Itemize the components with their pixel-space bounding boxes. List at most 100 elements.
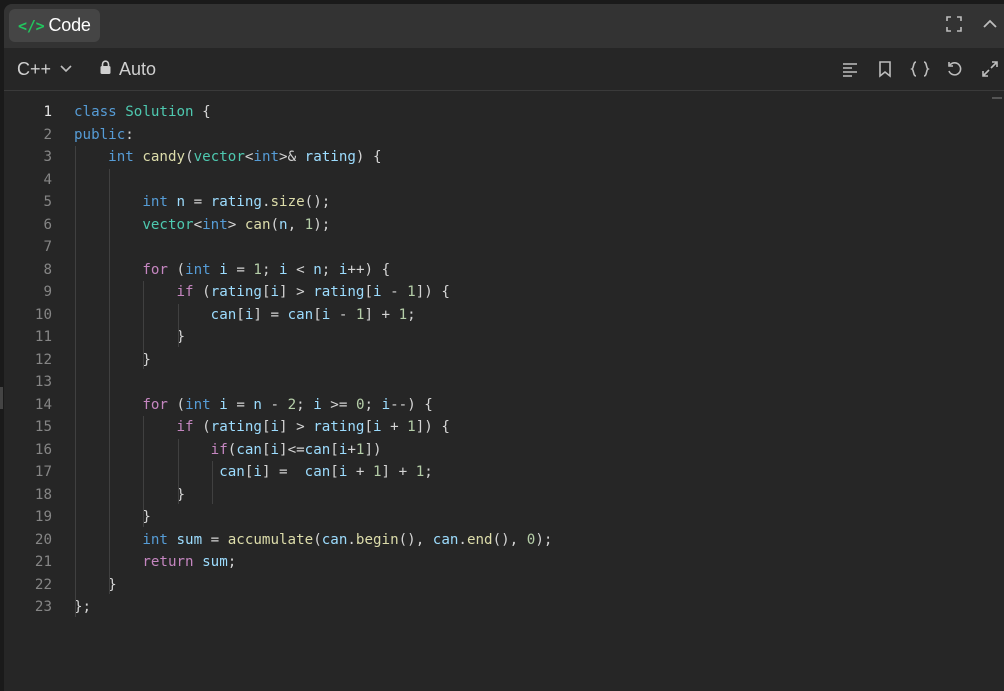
lock-icon [99, 59, 112, 80]
line-code: } [74, 326, 185, 348]
code-line[interactable]: 22 } [4, 574, 1004, 596]
braces-icon[interactable] [910, 59, 930, 79]
code-line[interactable]: 17 can[i] = can[i + 1] + 1; [4, 461, 1004, 483]
code-token: ] + [381, 464, 416, 480]
code-token: ; [321, 261, 339, 278]
indent-guide [143, 281, 145, 369]
code-token: int [108, 149, 134, 165]
code-line[interactable]: 2 public: [4, 124, 1004, 146]
line-code: if (rating[i] > rating[i + 1]) { [74, 416, 450, 438]
code-token: i [373, 284, 382, 300]
code-line[interactable]: 6 vector<int> can(n, 1); [4, 214, 1004, 236]
code-line[interactable]: 14 for (int i = n - 2; i >= 0; i--) { [4, 394, 1004, 416]
code-token: ( [167, 396, 186, 413]
code-token: ; [296, 396, 314, 413]
code-token: can [304, 464, 331, 480]
code-token: can [236, 441, 262, 458]
line-number: 7 [43, 239, 52, 255]
code-token: rating [313, 419, 365, 435]
code-line[interactable]: 20 int sum = accumulate(can.begin(), can… [4, 529, 1004, 551]
code-line[interactable]: 9 if (rating[i] > rating[i - 1]) { [4, 281, 1004, 303]
line-number: 6 [43, 216, 52, 233]
reset-icon[interactable] [945, 59, 965, 79]
code-token: ; [364, 396, 382, 413]
code-line[interactable]: 16 if(can[i]<=can[i+1]) [4, 439, 1004, 461]
code-token: } [74, 351, 151, 368]
code-token: + [347, 441, 356, 458]
code-line[interactable]: 13 [4, 371, 1004, 393]
code-token: n [313, 261, 322, 278]
format-icon[interactable] [840, 59, 860, 79]
code-token: ] > [279, 419, 314, 435]
code-token: rating [210, 419, 262, 435]
code-token: ] = [253, 306, 288, 323]
tab-code[interactable]: </> Code [9, 9, 100, 42]
line-number: 10 [34, 306, 52, 323]
line-code: if (rating[i] > rating[i - 1]) { [74, 281, 450, 303]
line-code: int candy(vector<int>& rating) { [74, 146, 381, 168]
code-token: public [74, 126, 126, 143]
line-code: } [74, 349, 151, 371]
code-token: ( [185, 149, 194, 165]
code-token: return [142, 554, 194, 570]
code-line[interactable]: 10 can[i] = can[i - 1] + 1; [4, 304, 1004, 326]
code-line[interactable]: 18 } [4, 484, 1004, 506]
line-number: 17 [34, 464, 52, 480]
code-token: ] = [261, 464, 305, 480]
fullscreen-icon[interactable] [944, 14, 964, 34]
code-line[interactable]: 12 } [4, 349, 1004, 371]
code-line[interactable]: 7 [4, 236, 1004, 258]
code-token: sum [176, 531, 203, 548]
language-select[interactable]: C++ [17, 59, 73, 80]
code-token: can [219, 464, 245, 480]
code-line[interactable]: 19 } [4, 506, 1004, 528]
code-editor[interactable]: 1 class Solution {2 public: 3 int candy(vec… [4, 91, 1004, 691]
code-token: i [270, 419, 280, 435]
code-token: 1 [407, 419, 416, 435]
mode-toggle[interactable]: Auto [99, 59, 156, 80]
code-token: can [432, 531, 459, 548]
resize-handle[interactable] [0, 387, 3, 409]
code-line[interactable]: 15 if (rating[i] > rating[i + 1]) { [4, 416, 1004, 438]
indent-guide [75, 146, 76, 617]
code-line[interactable]: 1 class Solution { [4, 101, 1004, 123]
code-line[interactable]: 21 return sum; [4, 551, 1004, 573]
line-number: 19 [34, 509, 52, 525]
expand-icon[interactable] [980, 59, 1000, 79]
collapse-icon[interactable] [980, 14, 1000, 34]
code-line[interactable]: 5 int n = rating.size(); [4, 191, 1004, 213]
code-token: { [193, 104, 211, 120]
code-token: can [304, 441, 331, 458]
code-token: int [142, 531, 168, 548]
code-token: begin [355, 531, 399, 548]
bookmark-icon[interactable] [875, 59, 895, 79]
indent-guide [143, 416, 145, 527]
code-line[interactable]: 4 [4, 169, 1004, 191]
line-number: 20 [34, 531, 52, 548]
code-token: ; [227, 554, 237, 570]
line-code: for (int i = 1; i < n; i++) { [74, 259, 390, 281]
code-token: 1 [373, 464, 382, 480]
code-line[interactable]: 8 for (int i = 1; i < n; i++) { [4, 259, 1004, 281]
code-line[interactable]: 11 } [4, 326, 1004, 348]
indent-guide [211, 461, 213, 504]
code-token: = [185, 194, 211, 210]
line-code: public: [74, 124, 134, 146]
code-token: [ [236, 306, 245, 323]
code-token: i [270, 284, 280, 300]
code-line[interactable]: 3 int candy(vector<int>& rating) { [4, 146, 1004, 168]
line-code: }; [74, 596, 91, 618]
indent-guide [177, 438, 179, 504]
code-token: ( [193, 284, 211, 300]
code-token: + [381, 419, 408, 435]
code-token: if [210, 441, 228, 458]
scrollbar[interactable] [992, 97, 1002, 99]
code-line[interactable]: 23}; [4, 596, 1004, 618]
code-token: ; [407, 306, 416, 323]
line-number: 22 [34, 576, 52, 593]
code-token: } [74, 576, 117, 593]
